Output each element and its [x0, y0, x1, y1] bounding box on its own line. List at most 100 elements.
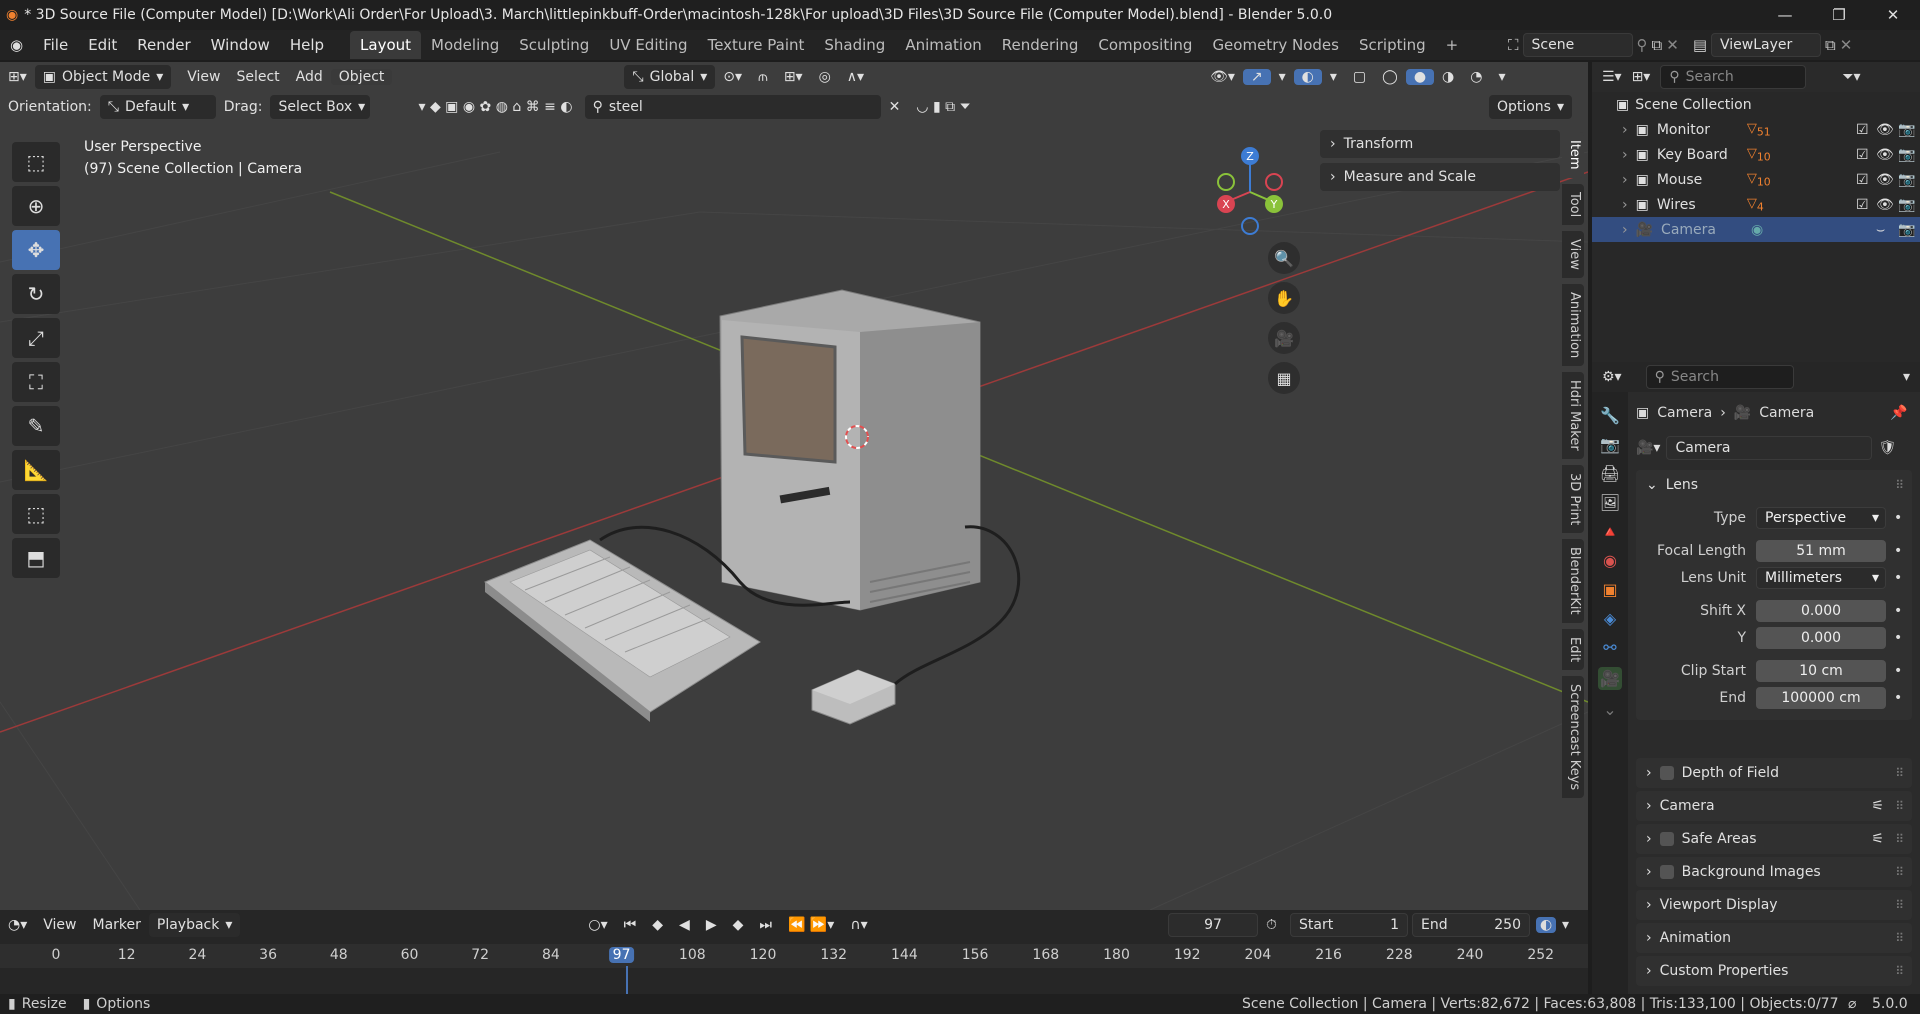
outliner-item-wires[interactable]: › ▣ Wires ▽4 ☑ 👁 📷	[1592, 192, 1920, 217]
transform-tool-icon[interactable]: ⛶	[12, 362, 60, 402]
measure-scale-section[interactable]: › Measure and Scale	[1320, 163, 1560, 191]
frame-tick[interactable]: 240	[1457, 947, 1484, 963]
jump-end-icon[interactable]: ⏭	[751, 917, 780, 933]
timeline-editor[interactable]: ◔▾ View Marker Playback ▾ ○▾ ⏮ ◆ ◀ ▶ ◆ ⏭ …	[0, 910, 1588, 1004]
keyframe-dot-icon[interactable]: •	[1894, 663, 1902, 679]
tab-animation-side[interactable]: Animation	[1562, 283, 1584, 366]
frame-tick[interactable]: 60	[401, 947, 419, 963]
presets-icon[interactable]: ⚟	[1871, 831, 1884, 847]
menu-help[interactable]: Help	[280, 36, 334, 54]
drag-handle-icon[interactable]: ⠿	[1895, 766, 1904, 780]
menu-select[interactable]: Select	[228, 69, 287, 85]
frame-tick[interactable]: 0	[52, 947, 61, 963]
ortho-grid-icon[interactable]: ▦	[1268, 362, 1300, 394]
jump-start-icon[interactable]: ⏮	[616, 917, 645, 933]
tab-3d-print[interactable]: 3D Print	[1562, 464, 1584, 534]
tab-texture-paint[interactable]: Texture Paint	[698, 31, 815, 59]
frame-tick[interactable]: 120	[750, 947, 777, 963]
transform-section[interactable]: › Transform	[1320, 130, 1560, 158]
measure-tool-icon[interactable]: 📐	[12, 450, 60, 490]
render-camera-icon[interactable]: 📷	[1898, 172, 1915, 188]
select-box-tool-icon[interactable]: ⬚	[12, 142, 60, 182]
mode-dropdown[interactable]: ▣ Object Mode ▾	[34, 65, 172, 89]
tab-shading[interactable]: Shading	[814, 31, 895, 59]
scene-selector[interactable]: Scene	[1522, 33, 1633, 57]
keyframe-dot-icon[interactable]: •	[1894, 543, 1902, 559]
end-frame-field[interactable]: End 250	[1412, 913, 1530, 937]
section-background-images[interactable]: › Background Images ⠿	[1636, 857, 1912, 887]
proportional-edit-icon[interactable]: ◎	[811, 69, 839, 85]
material-shading-icon[interactable]: ◑	[1434, 69, 1462, 85]
properties-editor-type-icon[interactable]: ⚙▾	[1602, 369, 1622, 385]
tab-compositing[interactable]: Compositing	[1088, 31, 1202, 59]
datablock-name-field[interactable]: Camera	[1666, 436, 1873, 460]
drag-handle-icon[interactable]: ⠿	[1895, 832, 1904, 846]
keyframe-dot-icon[interactable]: •	[1894, 570, 1902, 586]
keyframe-dot-icon[interactable]: •	[1894, 510, 1902, 526]
frame-tick[interactable]: 72	[471, 947, 489, 963]
tab-sculpting[interactable]: Sculpting	[509, 31, 599, 59]
render-camera-icon[interactable]: 📷	[1898, 147, 1915, 163]
tab-edit[interactable]: Edit	[1562, 628, 1584, 670]
3d-viewport[interactable]: ⊞▾ ▣ Object Mode ▾ View Select Add Object …	[0, 62, 1588, 910]
drag-handle-icon[interactable]: ⠿	[1895, 898, 1904, 912]
chevron-right-icon[interactable]: ›	[1622, 122, 1628, 138]
drag-handle-icon[interactable]: ⠿	[1895, 478, 1904, 492]
frame-tick[interactable]: 216	[1315, 947, 1342, 963]
viewlayer-selector[interactable]: ViewLayer	[1711, 33, 1821, 57]
keyframe-dot-icon[interactable]: •	[1894, 630, 1902, 646]
rendered-shading-icon[interactable]: ◔	[1462, 69, 1490, 85]
tab-modeling[interactable]: Modeling	[421, 31, 509, 59]
tab-screencast-keys[interactable]: Screencast Keys	[1562, 675, 1584, 798]
scene-collection-row[interactable]: ▣ Scene Collection	[1592, 92, 1920, 117]
stopwatch-icon[interactable]: ⏱	[1266, 917, 1277, 933]
frame-tick[interactable]: 180	[1103, 947, 1130, 963]
add-workspace-icon[interactable]: +	[1436, 31, 1469, 59]
render-camera-icon[interactable]: 📷	[1898, 197, 1915, 213]
section-custom-properties[interactable]: › Custom Properties ⠿	[1636, 956, 1912, 986]
frame-tick[interactable]: 168	[1032, 947, 1059, 963]
focal-length-field[interactable]: 51 mm	[1756, 539, 1886, 562]
frame-tick[interactable]: 144	[891, 947, 918, 963]
drag-handle-icon[interactable]: ⠿	[1895, 799, 1904, 813]
clip-end-field[interactable]: 100000 cm	[1756, 686, 1886, 709]
frame-tick[interactable]: 48	[330, 947, 348, 963]
section-safe-areas[interactable]: › Safe Areas ⚟ ⠿	[1636, 824, 1912, 854]
navigation-gizmo[interactable]: Z X Y	[1210, 142, 1300, 242]
next-keyframe-icon[interactable]: ◆	[725, 917, 752, 933]
object-props-icon[interactable]: ▣	[1602, 580, 1617, 599]
constraint-props-icon[interactable]: ⚯	[1603, 638, 1616, 657]
blender-menu-icon[interactable]: ◉	[0, 36, 33, 54]
playback-dropdown[interactable]: Playback ▾	[148, 913, 241, 937]
chevron-right-icon[interactable]: ›	[1622, 197, 1628, 213]
play-icon[interactable]: ▶	[698, 917, 725, 933]
tab-tool[interactable]: Tool	[1562, 183, 1584, 225]
section-checkbox[interactable]	[1659, 766, 1674, 780]
camera-view-icon[interactable]: 🎥	[1268, 322, 1300, 354]
menu-add[interactable]: Add	[288, 69, 331, 85]
cursor-tool-icon[interactable]: ⊕	[12, 186, 60, 226]
fake-user-shield-icon[interactable]: 🛡	[1878, 440, 1896, 456]
eye-icon[interactable]: 👁	[1876, 172, 1894, 188]
pivot-icon[interactable]: ⊙▾	[715, 69, 750, 85]
view-layer-props-icon[interactable]: 🖼	[1600, 493, 1620, 512]
drag-handle-icon[interactable]: ⠿	[1895, 964, 1904, 978]
frame-tick[interactable]: 84	[542, 947, 560, 963]
frame-tick[interactable]: 24	[188, 947, 206, 963]
filter-icon[interactable]: ⏷▾	[1842, 69, 1860, 85]
close-button[interactable]: ✕	[1866, 0, 1920, 30]
tab-item[interactable]: Item	[1562, 132, 1584, 178]
wireframe-shading-icon[interactable]: ◯	[1374, 69, 1406, 85]
menu-edit[interactable]: Edit	[78, 36, 127, 54]
presets-icon[interactable]: ⚟	[1871, 798, 1884, 814]
frame-tick[interactable]: 132	[820, 947, 847, 963]
output-props-icon[interactable]: 🖨	[1600, 464, 1620, 483]
hidden-eye-icon[interactable]: ⌣	[1876, 222, 1885, 238]
outliner-item-monitor[interactable]: › ▣ Monitor ▽51 ☑ 👁 📷	[1592, 117, 1920, 142]
tab-blenderkit[interactable]: BlenderKit	[1562, 539, 1584, 623]
frame-tick[interactable]: 12	[118, 947, 136, 963]
editor-type-icon[interactable]: ⊞▾	[0, 69, 35, 85]
exclude-checkbox[interactable]: ☑	[1856, 122, 1869, 138]
tab-rendering[interactable]: Rendering	[992, 31, 1089, 59]
frame-tick[interactable]: 228	[1386, 947, 1413, 963]
